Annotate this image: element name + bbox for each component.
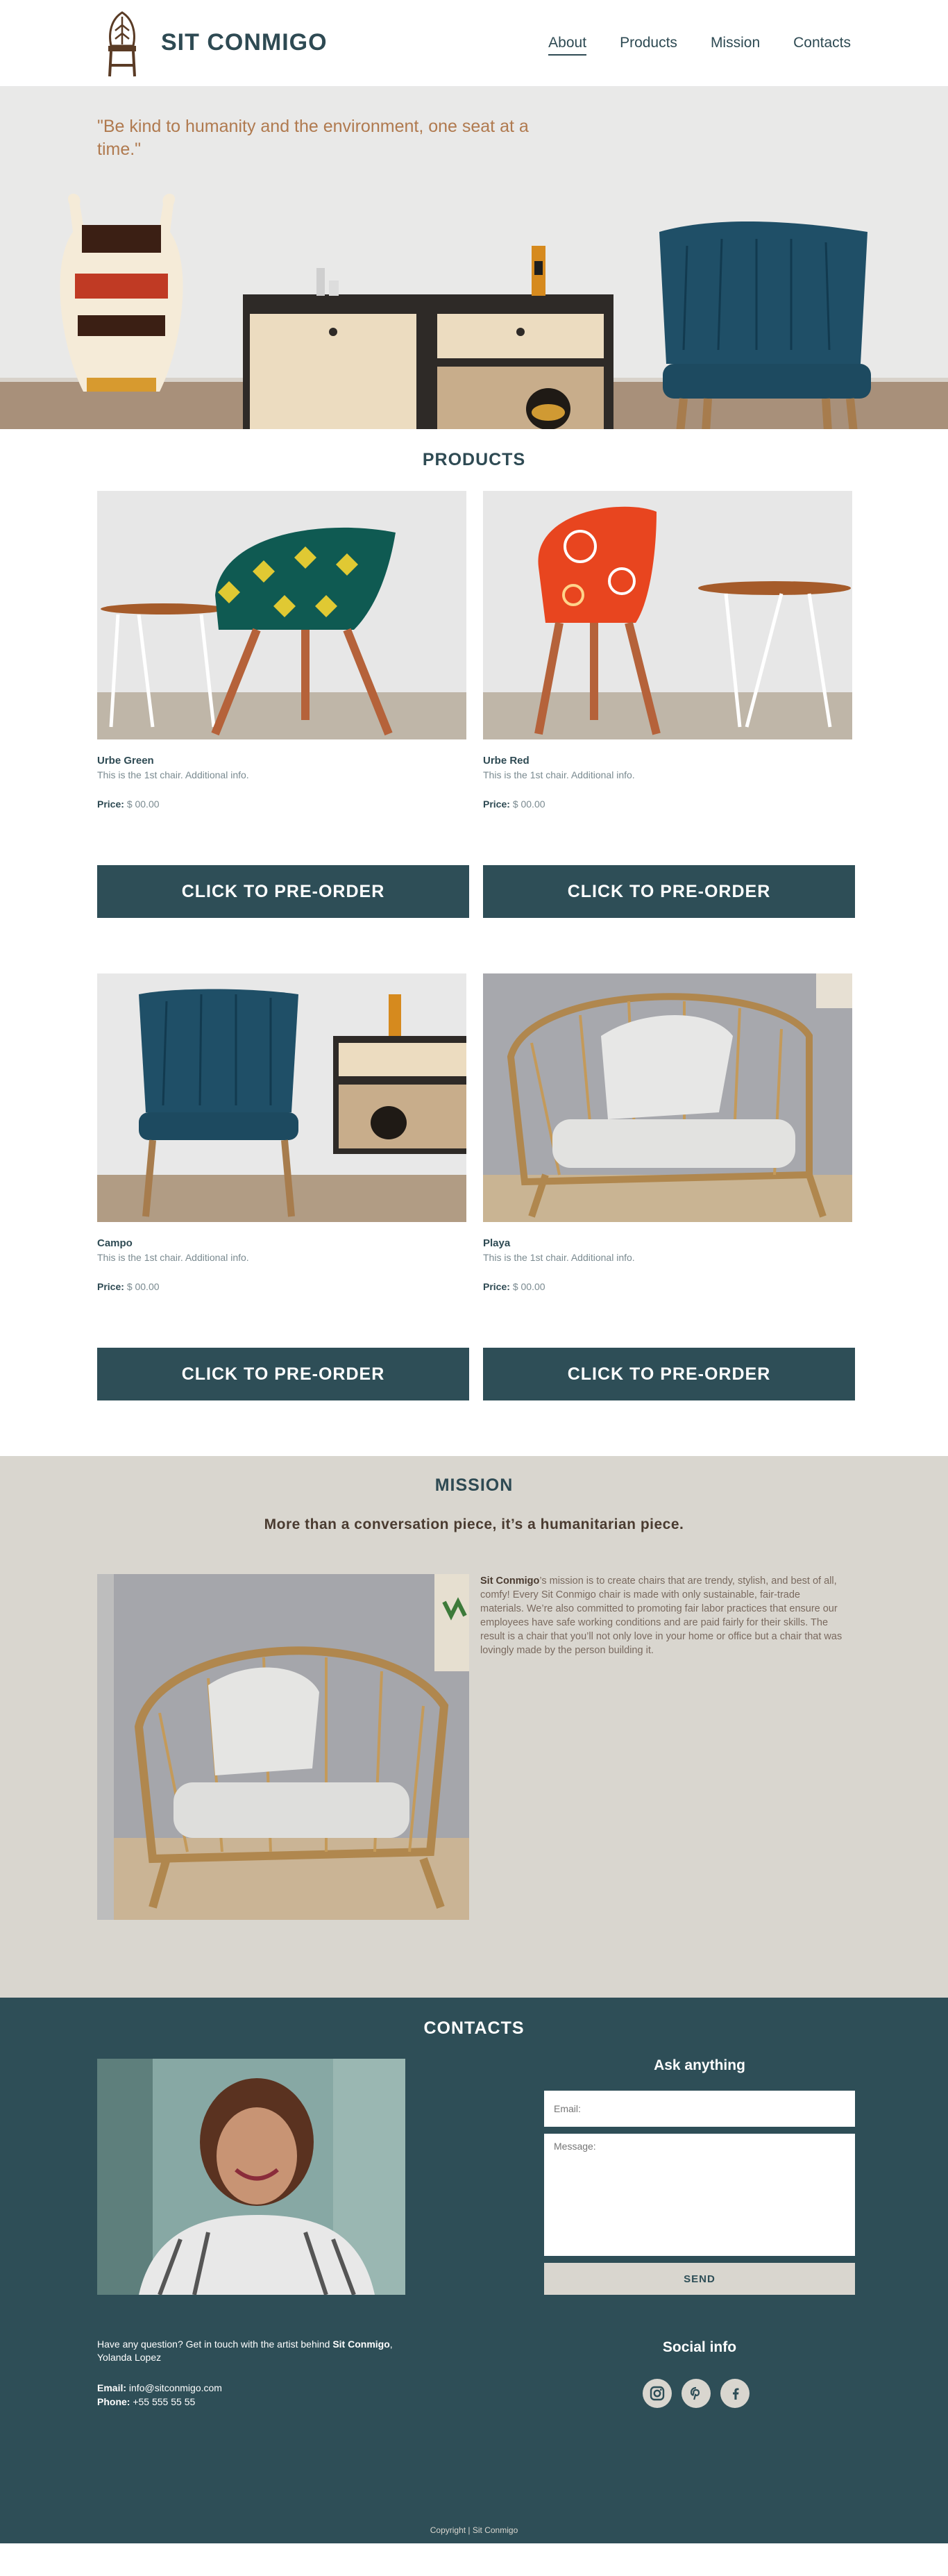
- product-image[interactable]: [483, 491, 852, 739]
- preorder-button[interactable]: CLICK TO PRE-ORDER: [97, 865, 469, 918]
- site-header: SIT CONMIGO About Products Mission Conta…: [0, 0, 948, 86]
- product-card: Playa This is the 1st chair. Additional …: [483, 973, 855, 1400]
- pinterest-icon[interactable]: [682, 2379, 711, 2408]
- mission-section: MISSION More than a conversation piece, …: [0, 1456, 948, 1998]
- product-price: Price: $ 00.00: [97, 1281, 160, 1292]
- instagram-icon[interactable]: [643, 2379, 672, 2408]
- message-field[interactable]: [544, 2134, 855, 2256]
- facebook-icon[interactable]: [720, 2379, 750, 2408]
- red-chair-photo: [483, 491, 852, 739]
- nav-products[interactable]: Products: [620, 35, 677, 56]
- product-card: Urbe Red This is the 1st chair. Addition…: [483, 491, 855, 918]
- mission-subtitle: More than a conversation piece, it’s a h…: [264, 1516, 684, 1532]
- product-info: This is the 1st chair. Additional info.: [483, 1252, 635, 1263]
- preorder-button[interactable]: CLICK TO PRE-ORDER: [483, 865, 855, 918]
- product-price: Price: $ 00.00: [483, 798, 545, 810]
- portrait-photo: [97, 2059, 405, 2295]
- nav-contacts[interactable]: Contacts: [793, 35, 851, 56]
- product-name: Playa: [483, 1237, 511, 1249]
- nav-mission[interactable]: Mission: [711, 35, 760, 56]
- preorder-button[interactable]: CLICK TO PRE-ORDER: [483, 1348, 855, 1400]
- hero-banner: "Be kind to humanity and the environment…: [0, 86, 948, 429]
- mission-text: Sit Conmigo’s mission is to create chair…: [480, 1575, 843, 1656]
- product-card: Campo This is the 1st chair. Additional …: [97, 973, 469, 1400]
- product-grid: Urbe Green This is the 1st chair. Additi…: [97, 491, 855, 1400]
- product-info: This is the 1st chair. Additional info.: [97, 1252, 249, 1263]
- product-name: Urbe Green: [97, 755, 154, 767]
- chair-logo-icon[interactable]: [104, 10, 140, 79]
- green-chair-photo: [97, 491, 466, 739]
- product-card: Urbe Green This is the 1st chair. Additi…: [97, 491, 469, 918]
- product-image[interactable]: [97, 973, 466, 1222]
- mission-title: MISSION: [434, 1475, 514, 1495]
- contact-email: Email: info@sitconmigo.com: [97, 2382, 222, 2393]
- social-title: Social info: [662, 2339, 737, 2355]
- products-section: PRODUCTS Urbe Green This is the 1st chai…: [0, 429, 948, 1456]
- product-info: This is the 1st chair. Additional info.: [97, 769, 249, 780]
- contacts-title: CONTACTS: [423, 2018, 525, 2038]
- product-name: Urbe Red: [483, 755, 530, 767]
- campo-chair-photo: [97, 973, 466, 1222]
- social-icons: [643, 2379, 750, 2408]
- hero-quote: "Be kind to humanity and the environment…: [97, 117, 529, 159]
- product-price: Price: $ 00.00: [97, 798, 160, 810]
- product-name: Campo: [97, 1237, 133, 1249]
- product-price: Price: $ 00.00: [483, 1281, 545, 1292]
- rattan-chair-photo: [97, 1574, 469, 1920]
- brand-name[interactable]: SIT CONMIGO: [161, 29, 328, 56]
- contact-phone: Phone: +55 555 55 55: [97, 2396, 196, 2407]
- blue-chair-graphic: [659, 221, 871, 429]
- contacts-section: CONTACTS Ask anything SEND Have any ques…: [0, 1998, 948, 2543]
- product-image[interactable]: [483, 973, 852, 1222]
- playa-chair-photo: [483, 973, 852, 1222]
- send-button[interactable]: SEND: [544, 2263, 855, 2295]
- email-field[interactable]: [544, 2091, 855, 2127]
- mission-image: [97, 1574, 469, 1920]
- preorder-button[interactable]: CLICK TO PRE-ORDER: [97, 1348, 469, 1400]
- email-link[interactable]: info@sitconmigo.com: [129, 2382, 222, 2393]
- artist-portrait: [97, 2059, 405, 2295]
- product-image[interactable]: [97, 491, 466, 739]
- product-info: This is the 1st chair. Additional info.: [483, 769, 635, 780]
- copyright: Copyright | Sit Conmigo: [430, 2525, 518, 2535]
- nav-about[interactable]: About: [548, 35, 587, 56]
- main-nav: About Products Mission Contacts: [548, 35, 851, 56]
- mission-brand: Sit Conmigo: [480, 1575, 540, 1587]
- products-title: PRODUCTS: [422, 450, 526, 469]
- ask-title: Ask anything: [654, 2057, 745, 2073]
- contact-blurb: Have any question? Get in touch with the…: [97, 2339, 393, 2363]
